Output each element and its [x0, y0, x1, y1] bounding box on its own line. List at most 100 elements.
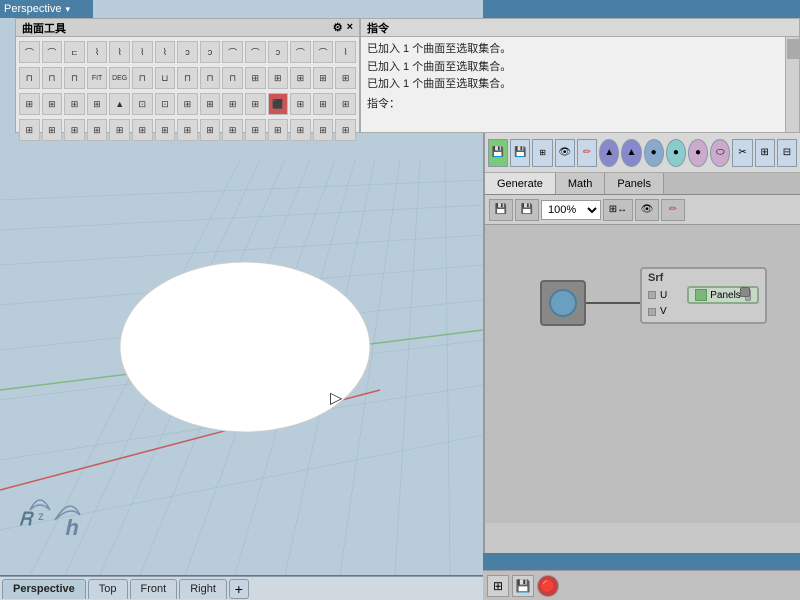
gh-canvas[interactable]: Srf U Panels V [485, 225, 800, 523]
tb-r3-8[interactable]: ⊞ [177, 93, 198, 115]
tb-r4-8[interactable]: ⊞ [177, 119, 198, 141]
tab-perspective[interactable]: Perspective [2, 579, 86, 599]
gh-bottom-btn1[interactable]: ⊞ [487, 575, 509, 597]
scrollbar-thumb[interactable] [787, 39, 799, 59]
command-line-4[interactable]: 指令： [367, 96, 793, 114]
gh-icon-triangle1[interactable]: ▲ [599, 139, 619, 167]
tb-r2-12[interactable]: ⊞ [268, 67, 289, 89]
tb-r4-4[interactable]: ⊞ [87, 119, 108, 141]
gh-port-v-dot[interactable] [648, 308, 656, 316]
tb-fit[interactable]: FIT [87, 67, 108, 89]
gh-eye-btn[interactable]: 👁 [635, 199, 659, 221]
tb-curve12[interactable]: ↄ [268, 41, 289, 63]
gh-icon-circle2[interactable]: ● [666, 139, 686, 167]
toolbar-settings-btn[interactable]: ⚙ [333, 21, 343, 34]
tb-r4-14[interactable]: ⊞ [313, 119, 334, 141]
tb-r4-15[interactable]: ⊞ [335, 119, 356, 141]
tb-curve8[interactable]: ↄ [177, 41, 198, 63]
tb-r4-6[interactable]: ⊞ [132, 119, 153, 141]
tb-r3-5[interactable]: ▲ [109, 93, 130, 115]
tb-curve2[interactable]: ⌒ [42, 41, 63, 63]
tb-r3-6[interactable]: ⊡ [132, 93, 153, 115]
gh-zoom-btn[interactable]: ⊞↔ [603, 199, 633, 221]
gh-pen-btn[interactable]: ✏ [661, 199, 685, 221]
gh-icon-grid2[interactable]: ⊟ [777, 139, 797, 167]
tb-r2-13[interactable]: ⊞ [290, 67, 311, 89]
tb-r2-15[interactable]: ⊞ [335, 67, 356, 89]
tb-r3-4[interactable]: ⊞ [87, 93, 108, 115]
tb-curve14[interactable]: ⌒ [313, 41, 334, 63]
tb-r2-1[interactable]: ⊓ [19, 67, 40, 89]
tb-r2-2[interactable]: ⊓ [42, 67, 63, 89]
gh-srf-output[interactable] [740, 287, 750, 297]
tb-r2-9[interactable]: ⊓ [200, 67, 221, 89]
tb-curve11[interactable]: ⌒ [245, 41, 266, 63]
tb-r3-1[interactable]: ⊞ [19, 93, 40, 115]
gh-bottom-btn3[interactable]: 🔴 [537, 575, 559, 597]
tb-r3-15[interactable]: ⊞ [335, 93, 356, 115]
tb-r3-12[interactable]: ⬛ [268, 93, 289, 115]
gh-tab-math[interactable]: Math [556, 173, 605, 194]
tb-r4-13[interactable]: ⊞ [290, 119, 311, 141]
tb-curve10[interactable]: ⌒ [222, 41, 243, 63]
tab-top[interactable]: Top [88, 579, 128, 599]
tb-r4-5[interactable]: ⊞ [109, 119, 130, 141]
tab-front[interactable]: Front [130, 579, 178, 599]
dropdown-arrow[interactable]: ▾ [65, 4, 70, 15]
gh-port-u-dot[interactable] [648, 291, 656, 299]
command-scrollbar[interactable] [785, 37, 799, 132]
gh-icon-scissors[interactable]: ✂ [732, 139, 752, 167]
tb-deg[interactable]: DEG [109, 67, 130, 89]
tb-r2-14[interactable]: ⊞ [313, 67, 334, 89]
tb-r3-7[interactable]: ⊡ [155, 93, 176, 115]
gh-icon-save-green[interactable]: 💾 [488, 139, 508, 167]
tb-r4-1[interactable]: ⊞ [19, 119, 40, 141]
tb-curve6[interactable]: ⌇ [132, 41, 153, 63]
toolbar-close-btn[interactable]: × [347, 21, 353, 34]
gh-icon-circle3[interactable]: ● [688, 139, 708, 167]
gh-icon-pen[interactable]: ✏ [577, 139, 597, 167]
tb-r4-11[interactable]: ⊞ [245, 119, 266, 141]
tb-r3-2[interactable]: ⊞ [42, 93, 63, 115]
tb-r2-8[interactable]: ⊓ [177, 67, 198, 89]
tb-r2-10[interactable]: ⊓ [222, 67, 243, 89]
gh-save2-btn[interactable]: 💾 [515, 199, 539, 221]
tb-r4-2[interactable]: ⊞ [42, 119, 63, 141]
gh-icon-grid[interactable]: ⊞ [755, 139, 775, 167]
tb-r2-11[interactable]: ⊞ [245, 67, 266, 89]
gh-tab-panels[interactable]: Panels [605, 173, 664, 194]
tb-curve4[interactable]: ⌇ [87, 41, 108, 63]
tb-r2-3[interactable]: ⊓ [64, 67, 85, 89]
tb-curve3[interactable]: ⊏ [64, 41, 85, 63]
tb-r3-9[interactable]: ⊞ [200, 93, 221, 115]
tb-r4-12[interactable]: ⊞ [268, 119, 289, 141]
gh-input-connector[interactable] [540, 280, 586, 326]
tb-r4-7[interactable]: ⊞ [155, 119, 176, 141]
tb-r3-3[interactable]: ⊞ [64, 93, 85, 115]
tb-r4-10[interactable]: ⊞ [222, 119, 243, 141]
tb-r2-7[interactable]: ⊔ [155, 67, 176, 89]
gh-icon-triangle2[interactable]: ▲ [621, 139, 641, 167]
tab-add-button[interactable]: + [229, 579, 249, 599]
gh-bottom-btn2[interactable]: 💾 [512, 575, 534, 597]
tb-curve9[interactable]: ↄ [200, 41, 221, 63]
tb-r3-13[interactable]: ⊞ [290, 93, 311, 115]
tb-r4-9[interactable]: ⊞ [200, 119, 221, 141]
gh-icon-zoom-fit[interactable]: ⊞ [532, 139, 552, 167]
gh-connector-box[interactable] [540, 280, 586, 326]
tb-r2-6[interactable]: ⊓ [132, 67, 153, 89]
tb-curve15[interactable]: ⌇ [335, 41, 356, 63]
gh-zoom-select[interactable]: 100% 75% 125% 50% [541, 200, 601, 220]
gh-icon-oval[interactable]: ⬭ [710, 139, 730, 167]
tb-r3-11[interactable]: ⊞ [245, 93, 266, 115]
tb-r3-14[interactable]: ⊞ [313, 93, 334, 115]
tb-r4-3[interactable]: ⊞ [64, 119, 85, 141]
tb-curve5[interactable]: ⌇ [109, 41, 130, 63]
tb-curve7[interactable]: ⌇ [155, 41, 176, 63]
gh-icon-circle1[interactable]: ● [644, 139, 664, 167]
gh-icon-save[interactable]: 💾 [510, 139, 530, 167]
tab-right[interactable]: Right [179, 579, 227, 599]
tb-curve13[interactable]: ⌒ [290, 41, 311, 63]
tb-r3-10[interactable]: ⊞ [222, 93, 243, 115]
tb-curve-arc[interactable]: ⌒ [19, 41, 40, 63]
